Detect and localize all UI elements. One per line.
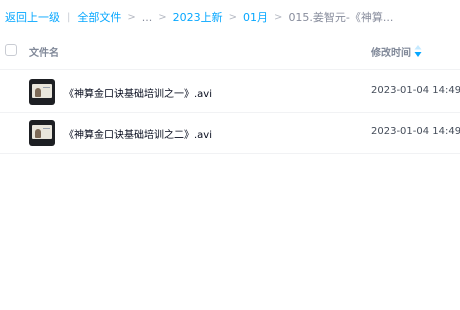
chevron-right-icon: >: [158, 11, 167, 23]
back-link[interactable]: 返回上一级: [5, 9, 60, 25]
breadcrumb: 返回上一级 | 全部文件 > ... > 2023上新 > 01月 > 015.…: [5, 9, 394, 25]
file-name[interactable]: 《神算金口诀基础培训之二》.avi: [64, 126, 212, 141]
table-row[interactable]: 《神算金口诀基础培训之一》.avi 2023-01-04 14:49: [0, 72, 460, 113]
breadcrumb-all-files[interactable]: 全部文件: [77, 9, 121, 25]
table-row[interactable]: 《神算金口诀基础培训之二》.avi 2023-01-04 14:49: [0, 113, 460, 154]
file-modified-time: 2023-01-04 14:49: [371, 126, 460, 137]
video-thumbnail-icon: [29, 79, 55, 105]
file-browser: 返回上一级 | 全部文件 > ... > 2023上新 > 01月 > 015.…: [0, 0, 460, 310]
chevron-right-icon: >: [127, 11, 136, 23]
breadcrumb-folder-2023[interactable]: 2023上新: [173, 9, 223, 25]
column-header-name[interactable]: 文件名: [29, 44, 59, 59]
breadcrumb-ellipsis[interactable]: ...: [142, 11, 153, 24]
sort-arrow-icon[interactable]: [414, 45, 422, 57]
select-all-checkbox[interactable]: [5, 44, 17, 56]
breadcrumb-current: 015.姜智元-《神算...: [288, 11, 394, 24]
breadcrumb-folder-month[interactable]: 01月: [243, 9, 268, 25]
table-header: 文件名 修改时间: [0, 33, 460, 70]
chevron-right-icon: >: [274, 11, 283, 23]
video-thumbnail-icon: [29, 120, 55, 146]
breadcrumb-divider: |: [67, 11, 71, 23]
chevron-right-icon: >: [228, 11, 238, 23]
file-modified-time: 2023-01-04 14:49: [371, 85, 460, 96]
column-header-modified[interactable]: 修改时间: [371, 44, 411, 59]
file-name[interactable]: 《神算金口诀基础培训之一》.avi: [64, 85, 212, 100]
